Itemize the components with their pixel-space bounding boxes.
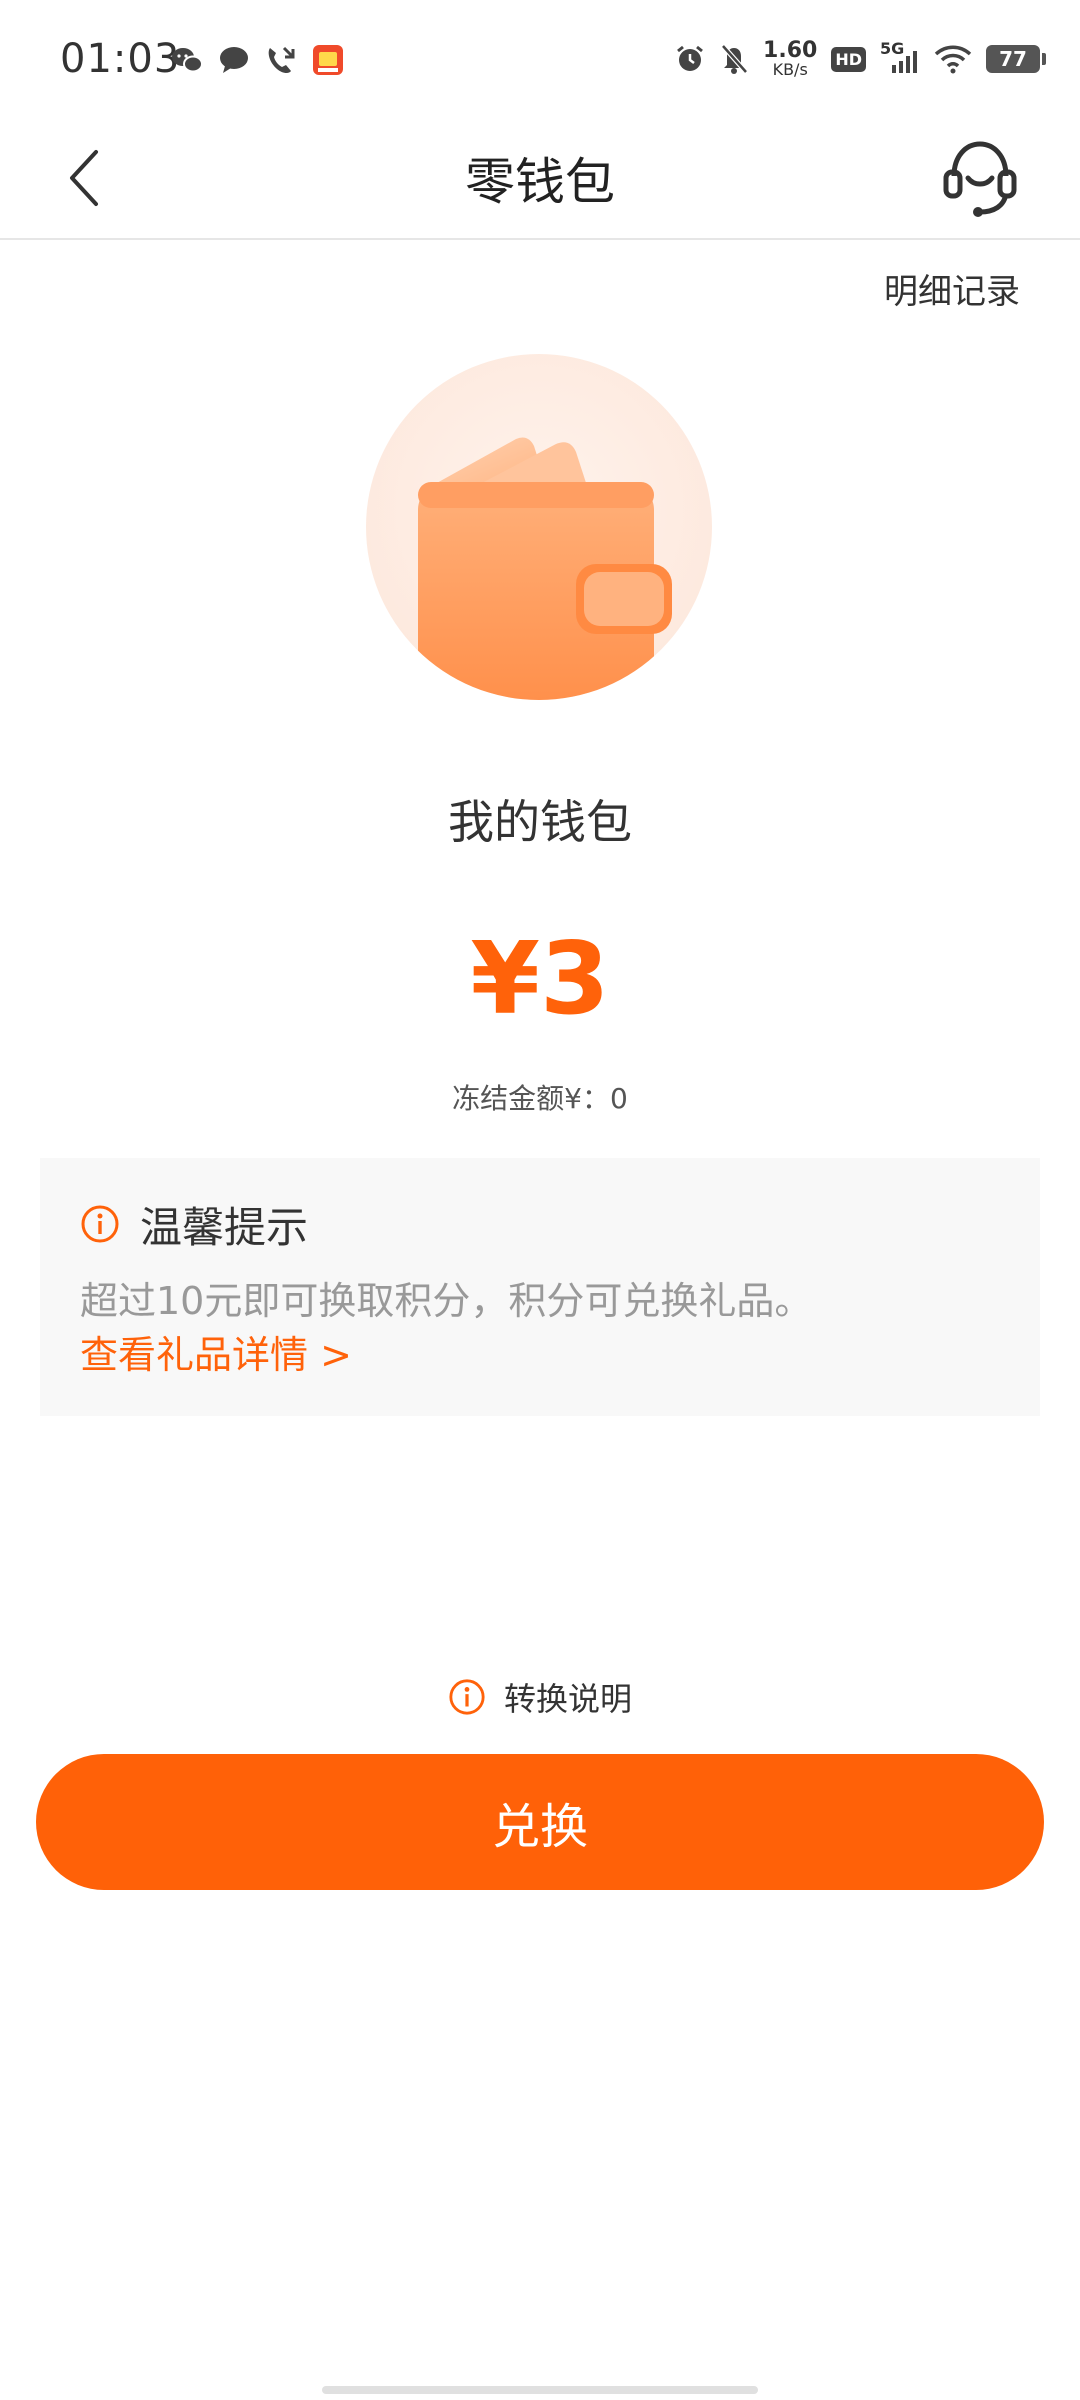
frozen-amount: 冻结金额¥：0: [452, 1082, 628, 1115]
missed-call-icon: [268, 46, 295, 74]
tips-card: 温馨提示 超过10元即可换取积分，积分可兑换礼品。 查看礼品详情 >: [40, 1158, 1040, 1416]
info-icon: [81, 1205, 119, 1243]
headset-icon: [943, 141, 1017, 217]
hd-badge: HD: [831, 46, 866, 72]
shopping-app-icon: [313, 45, 343, 75]
battery-icon: 77: [986, 45, 1046, 73]
system-icons: 1.60 KB/s HD 5G 77: [675, 34, 1046, 84]
status-time: 01:03: [60, 36, 181, 82]
view-gift-details-link[interactable]: 查看礼品详情 >: [80, 1324, 352, 1379]
wallet-icon: [366, 354, 712, 700]
home-indicator[interactable]: [322, 2386, 758, 2394]
transaction-details-link[interactable]: 明细记录: [884, 264, 1020, 313]
mute-bell-icon: [721, 44, 748, 74]
status-bar: 01:03 1.60 KB/s HD 5G 77: [0, 0, 1080, 118]
notification-icons: [170, 40, 344, 80]
page-title: 零钱包: [465, 153, 615, 211]
message-bubble-icon: [220, 47, 248, 73]
wifi-icon: [934, 45, 972, 74]
network-speed: 1.60 KB/s: [763, 38, 818, 79]
nav-bar: 零钱包: [0, 118, 1080, 240]
balance-amount: ¥3: [470, 920, 610, 1037]
info-icon: [449, 1679, 485, 1715]
alarm-icon: [677, 45, 703, 71]
conversion-info-link[interactable]: 转换说明: [0, 1672, 1080, 1722]
tips-title: 温馨提示: [140, 1203, 309, 1252]
customer-service-button[interactable]: [940, 132, 1020, 222]
cellular-signal-icon: 5G: [880, 39, 920, 75]
conversion-info-label: 转换说明: [503, 1680, 632, 1718]
wechat-icon: [172, 48, 203, 73]
exchange-button[interactable]: 兑换: [36, 1754, 1044, 1890]
tips-text: 超过10元即可换取积分，积分可兑换礼品。: [80, 1279, 813, 1323]
wallet-title: 我的钱包: [448, 795, 632, 849]
